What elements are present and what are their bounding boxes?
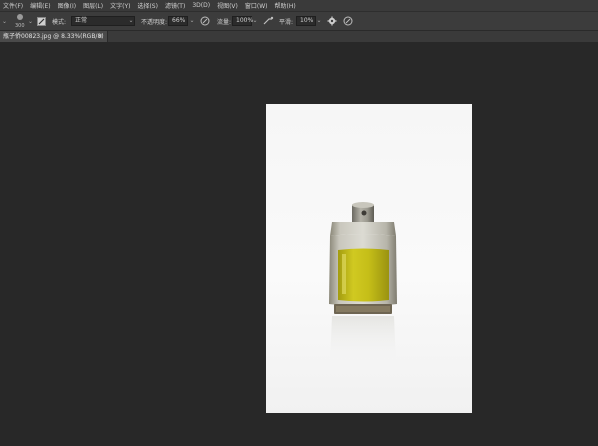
menu-image[interactable]: 图像(I) bbox=[55, 1, 76, 10]
opacity-label: 不透明度: bbox=[141, 18, 168, 26]
opacity-value: 66% bbox=[172, 17, 186, 24]
options-bar: ⌄ 300 ⌄ 模式: 正常 ⌄ 不透明度: 66% ⌄ 流量: 100% ⌄ … bbox=[0, 11, 598, 31]
smooth-value: 10% bbox=[300, 17, 314, 24]
menu-bar: 文件(F) 编辑(E) 图像(I) 图层(L) 文字(Y) 选择(S) 滤镜(T… bbox=[0, 0, 598, 11]
menu-filter[interactable]: 滤镜(T) bbox=[162, 1, 185, 10]
menu-edit[interactable]: 编辑(E) bbox=[27, 1, 50, 10]
smooth-label: 平滑: bbox=[279, 18, 294, 26]
menu-window[interactable]: 窗口(W) bbox=[242, 1, 268, 10]
mode-label: 模式: bbox=[52, 18, 67, 26]
menu-select[interactable]: 选择(S) bbox=[134, 1, 158, 10]
smooth-input[interactable]: 10% bbox=[296, 16, 316, 26]
close-icon[interactable]: × bbox=[98, 31, 103, 42]
opacity-dropdown-icon[interactable]: ⌄ bbox=[188, 16, 196, 26]
menu-type[interactable]: 文字(Y) bbox=[107, 1, 130, 10]
document-tab[interactable]: 瓶子侨00823.jpg @ 8.33%(RGB/8) * × bbox=[0, 31, 108, 51]
menu-view[interactable]: 视图(V) bbox=[214, 1, 238, 10]
opacity-input[interactable]: 66% bbox=[168, 16, 188, 26]
menu-3d[interactable]: 3D(D) bbox=[189, 2, 210, 9]
document-tab-bar: 瓶子侨00823.jpg @ 8.33%(RGB/8) * × bbox=[0, 31, 598, 51]
flow-input[interactable]: 100% bbox=[232, 16, 253, 26]
airbrush-icon[interactable] bbox=[263, 12, 274, 30]
mode-select[interactable]: 正常 bbox=[71, 16, 135, 26]
menu-layer[interactable]: 图层(L) bbox=[80, 1, 103, 10]
tool-preset-dropdown-icon[interactable]: ⌄ bbox=[2, 12, 7, 30]
smooth-dropdown-icon[interactable]: ⌄ bbox=[315, 16, 323, 26]
mode-value: 正常 bbox=[75, 17, 88, 24]
symmetry-icon[interactable] bbox=[343, 12, 353, 30]
flow-label: 流量: bbox=[217, 18, 232, 26]
flow-dropdown-icon[interactable]: ⌄ bbox=[251, 16, 259, 26]
pressure-icon[interactable] bbox=[200, 12, 210, 30]
perfume-bottle-image bbox=[329, 202, 397, 364]
mode-dropdown-icon[interactable]: ⌄ bbox=[127, 16, 135, 26]
brush-panel-icon[interactable] bbox=[37, 12, 46, 30]
document-canvas[interactable] bbox=[266, 104, 472, 413]
brush-preset-arrow-icon[interactable]: ⌄ bbox=[28, 12, 33, 30]
gear-icon[interactable] bbox=[327, 12, 337, 30]
menu-help[interactable]: 帮助(H) bbox=[272, 1, 296, 10]
